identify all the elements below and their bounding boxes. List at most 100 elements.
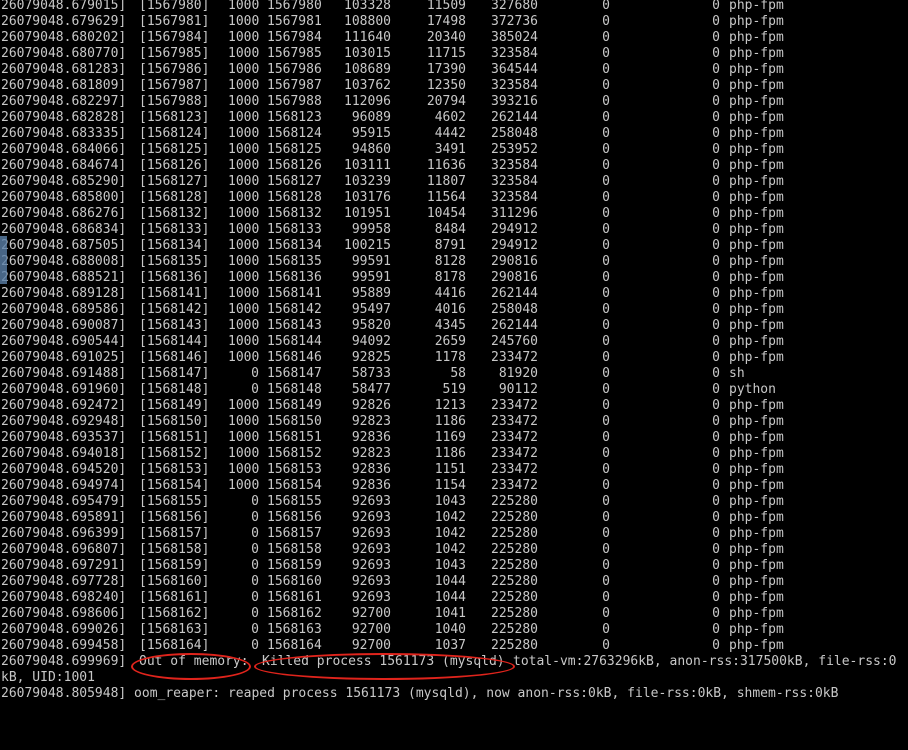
cell-pid: [1568133]: [139, 222, 210, 237]
cell-swapents: 0: [602, 510, 610, 525]
cell-total-vm: 58477: [351, 382, 391, 397]
cell-tgid: 1567980: [267, 0, 322, 13]
cell-pid: [1568156]: [139, 510, 210, 525]
cell-uid: 1000: [228, 206, 260, 221]
cell-swapents: 0: [602, 0, 610, 13]
oom-wrap-line: kB, UID:1001: [0, 670, 908, 686]
cell-rss: 1151: [434, 462, 466, 477]
cell-timestamp: 26079048.694520]: [1, 462, 127, 477]
cell-pid: [1568160]: [139, 574, 210, 589]
cell-process-name: php-fpm: [729, 30, 784, 45]
cell-oom-score-adj: 0: [712, 542, 720, 557]
cell-pid: [1568163]: [139, 622, 210, 637]
cell-pgtables-bytes: 258048: [491, 126, 538, 141]
cell-rss: 11807: [426, 174, 466, 189]
cell-tgid: 1568143: [267, 318, 322, 333]
cell-process-name: php-fpm: [729, 94, 784, 109]
cell-uid: 1000: [228, 254, 260, 269]
cell-timestamp: 26079048.699458]: [1, 638, 127, 653]
cell-tgid: 1568154: [267, 478, 322, 493]
cell-swapents: 0: [602, 190, 610, 205]
cell-pid: [1568151]: [139, 430, 210, 445]
cell-pid: [1568143]: [139, 318, 210, 333]
cell-rss: 4602: [434, 110, 466, 125]
cell-total-vm: 95497: [351, 302, 391, 317]
process-row: 26079048.695891] [1568156] 0 1568156 92693 10…: [0, 510, 908, 526]
cell-tgid: 1568135: [267, 254, 322, 269]
cell-uid: 1000: [228, 350, 260, 365]
cell-timestamp: 26079048.686276]: [1, 206, 127, 221]
cell-rss: 11564: [426, 190, 466, 205]
cell-swapents: 0: [602, 254, 610, 269]
cell-swapents: 0: [602, 574, 610, 589]
cell-timestamp: 26079048.688008]: [1, 254, 127, 269]
process-row: 26079048.692472] [1568149] 1000 1568149 9282…: [0, 398, 908, 414]
cell-rss: 1042: [434, 510, 466, 525]
cell-rss: 10454: [426, 206, 466, 221]
cell-swapents: 0: [602, 126, 610, 141]
cell-timestamp: 26079048.682828]: [1, 110, 127, 125]
cell-timestamp: 26079048.692948]: [1, 414, 127, 429]
cell-timestamp: 26079048.688521]: [1, 270, 127, 285]
oom-reaper-line: 26079048.805948] oom_reaper: reaped proc…: [0, 686, 908, 702]
cell-swapents: 0: [602, 286, 610, 301]
cell-pgtables-bytes: 233472: [491, 430, 538, 445]
cell-timestamp: 26079048.689586]: [1, 302, 127, 317]
cell-rss: 1042: [434, 526, 466, 541]
cell-uid: 1000: [228, 30, 260, 45]
cell-uid: 1000: [228, 222, 260, 237]
cell-tgid: 1568152: [267, 446, 322, 461]
process-row: 26079048.682828] [1568123] 1000 1568123 9608…: [0, 110, 908, 126]
cell-pgtables-bytes: 323584: [491, 46, 538, 61]
side-scroll-handle[interactable]: [0, 236, 7, 284]
cell-process-name: php-fpm: [729, 174, 784, 189]
cell-total-vm: 92700: [351, 622, 391, 637]
cell-pid: [1568123]: [139, 110, 210, 125]
cell-oom-score-adj: 0: [712, 494, 720, 509]
cell-total-vm: 92836: [351, 462, 391, 477]
process-row: 26079048.698606] [1568162] 0 1568162 92700 10…: [0, 606, 908, 622]
cell-pid: [1568136]: [139, 270, 210, 285]
cell-timestamp: 26079048.694018]: [1, 446, 127, 461]
process-row: 26079048.690544] [1568144] 1000 1568144 9409…: [0, 334, 908, 350]
cell-uid: 1000: [228, 14, 260, 29]
cell-timestamp: 26079048.684066]: [1, 142, 127, 157]
cell-process-name: php-fpm: [729, 414, 784, 429]
process-row: 26079048.691488] [1568147] 0 1568147 58733 58…: [0, 366, 908, 382]
process-row: 26079048.679015] [1567980] 1000 1567980 1033…: [0, 0, 908, 14]
cell-total-vm: 92693: [351, 558, 391, 573]
cell-pgtables-bytes: 233472: [491, 478, 538, 493]
cell-pid: [1568124]: [139, 126, 210, 141]
cell-pgtables-bytes: 225280: [491, 494, 538, 509]
cell-total-vm: 100215: [344, 238, 391, 253]
cell-process-name: php-fpm: [729, 478, 784, 493]
cell-total-vm: 92823: [351, 414, 391, 429]
cell-pid: [1568152]: [139, 446, 210, 461]
cell-uid: 1000: [228, 62, 260, 77]
cell-total-vm: 95915: [351, 126, 391, 141]
process-row: 26079048.698240] [1568161] 0 1568161 92693 10…: [0, 590, 908, 606]
cell-uid: 1000: [228, 110, 260, 125]
cell-total-vm: 99591: [351, 254, 391, 269]
cell-total-vm: 103111: [344, 158, 391, 173]
cell-swapents: 0: [602, 222, 610, 237]
cell-oom-score-adj: 0: [712, 94, 720, 109]
cell-total-vm: 94860: [351, 142, 391, 157]
process-row: 26079048.685290] [1568127] 1000 1568127 1032…: [0, 174, 908, 190]
cell-uid: 0: [251, 574, 259, 589]
cell-pid: [1567985]: [139, 46, 210, 61]
cell-timestamp: 26079048.698240]: [1, 590, 127, 605]
cell-pid: [1568155]: [139, 494, 210, 509]
cell-process-name: php-fpm: [729, 606, 784, 621]
cell-pid: [1568148]: [139, 382, 210, 397]
cell-tgid: 1568146: [267, 350, 322, 365]
cell-pid: [1568128]: [139, 190, 210, 205]
cell-oom-score-adj: 0: [712, 398, 720, 413]
cell-pgtables-bytes: 90112: [498, 382, 538, 397]
cell-total-vm: 92693: [351, 542, 391, 557]
cell-swapents: 0: [602, 558, 610, 573]
cell-oom-score-adj: 0: [712, 382, 720, 397]
cell-process-name: php-fpm: [729, 78, 784, 93]
cell-process-name: php-fpm: [729, 110, 784, 125]
cell-swapents: 0: [602, 542, 610, 557]
